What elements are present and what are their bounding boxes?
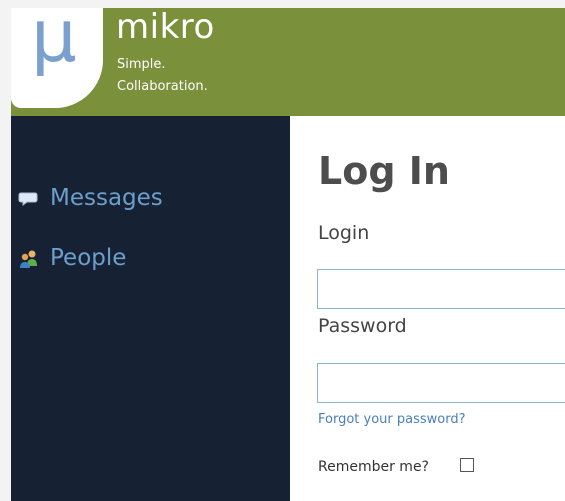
logo[interactable]: μ <box>11 8 103 108</box>
app-window: μ mikro Simple. Collaboration. Messages … <box>0 0 565 501</box>
remember-me-checkbox[interactable] <box>460 458 474 472</box>
people-icon <box>18 248 40 270</box>
password-label: Password <box>318 315 407 337</box>
sidebar <box>11 116 290 501</box>
logo-glyph: μ <box>31 8 77 78</box>
tagline-line-1: Simple. <box>117 57 166 72</box>
speech-bubble-icon <box>18 188 40 210</box>
login-field[interactable] <box>317 269 565 309</box>
sidebar-item-label: Messages <box>50 185 163 211</box>
brand-name: mikro <box>116 7 215 47</box>
remember-me-label: Remember me? <box>318 459 429 475</box>
sidebar-item-label: People <box>50 245 127 271</box>
page-title: Log In <box>318 149 450 193</box>
login-label: Login <box>318 222 370 244</box>
password-field[interactable] <box>317 363 565 403</box>
sidebar-item-messages[interactable]: Messages <box>18 187 163 210</box>
sidebar-item-people[interactable]: People <box>18 247 126 270</box>
tagline-line-2: Collaboration. <box>117 79 208 94</box>
forgot-password-link[interactable]: Forgot your password? <box>318 413 466 426</box>
